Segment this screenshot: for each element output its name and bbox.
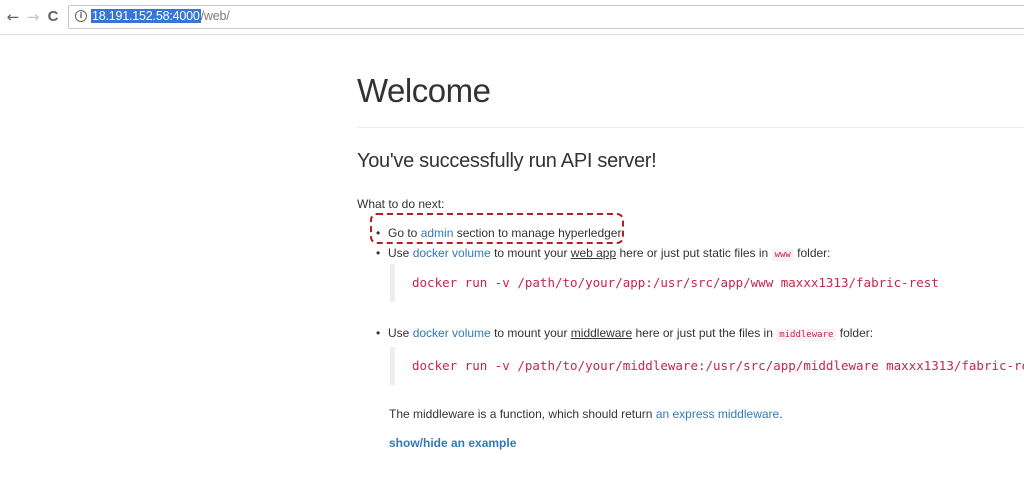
item-text: Go to: [388, 226, 421, 240]
bullet: •: [376, 246, 381, 260]
docker-volume-link[interactable]: docker volume: [413, 326, 491, 340]
item-text: here or just put static files in: [616, 246, 772, 260]
title-divider: [357, 127, 1024, 128]
reload-icon[interactable]: C: [44, 7, 62, 27]
bullet: •: [376, 226, 381, 240]
list-item-admin: • Go to admin section to manage hyperledg…: [376, 226, 621, 240]
note-text: The middleware is a function, which shou…: [389, 407, 656, 421]
item-text: to mount your: [490, 246, 571, 260]
url-host: 18.191.152.58:4000: [91, 9, 201, 23]
page-title: Welcome: [357, 72, 491, 109]
browser-toolbar: ← → C i 18.191.152.58:4000/web/: [0, 0, 1024, 35]
url-text[interactable]: 18.191.152.58:4000/web/: [91, 8, 230, 25]
middleware-note: The middleware is a function, which shou…: [389, 407, 783, 421]
item-text: folder:: [793, 246, 831, 260]
middleware-text: middleware: [570, 326, 633, 340]
item-text: Use: [388, 326, 413, 340]
inline-code: www: [771, 249, 794, 261]
admin-link[interactable]: admin: [421, 226, 454, 240]
list-item-middleware: • Use docker volume to mount your middlew…: [376, 326, 874, 341]
back-arrow-icon[interactable]: ←: [4, 7, 22, 27]
info-icon[interactable]: i: [75, 10, 87, 22]
item-text: here or just put the files in: [632, 326, 777, 340]
bullet: •: [376, 326, 381, 340]
list-item-web-app: • Use docker volume to mount your web app…: [376, 246, 831, 261]
web-app-text: web app: [570, 246, 617, 260]
address-bar[interactable]: i 18.191.152.58:4000/web/: [68, 5, 1024, 29]
code-block-middleware: docker run -v /path/to/your/middleware:/…: [390, 347, 1024, 385]
code-block-web-app: docker run -v /path/to/your/app:/usr/src…: [390, 264, 939, 302]
forward-arrow-icon[interactable]: →: [24, 7, 42, 27]
express-middleware-link[interactable]: an express middleware: [656, 407, 779, 421]
item-text: section to manage hyperledger: [453, 226, 622, 240]
page-subtitle: You've successfully run API server!: [357, 150, 657, 172]
inline-code: middleware: [776, 329, 837, 341]
item-text: folder:: [836, 326, 874, 340]
note-text: .: [779, 407, 783, 421]
item-text: Use: [388, 246, 413, 260]
show-hide-example-link[interactable]: show/hide an example: [389, 436, 516, 450]
item-text: to mount your: [490, 326, 571, 340]
what-to-do-next-label: What to do next:: [357, 197, 445, 211]
docker-volume-link[interactable]: docker volume: [413, 246, 491, 260]
url-path: /web/: [200, 9, 230, 23]
